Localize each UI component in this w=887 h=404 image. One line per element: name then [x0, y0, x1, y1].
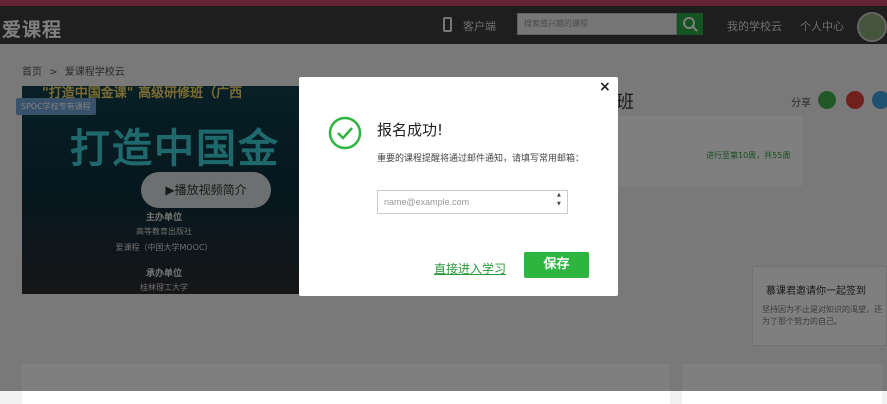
dialog-title: 报名成功!	[377, 121, 444, 139]
enter-learning-link[interactable]: 直接进入学习	[434, 260, 506, 277]
save-button[interactable]: 保存	[524, 252, 589, 278]
dialog-description: 重要的课程提醒将通过邮件通知，请填写常用邮箱：	[377, 154, 585, 164]
success-check-icon	[328, 116, 362, 150]
chevron-up-icon[interactable]: ▲	[557, 192, 561, 198]
email-field[interactable]: name@example.com	[377, 190, 568, 214]
enrollment-success-dialog: × 报名成功! 重要的课程提醒将通过邮件通知，请填写常用邮箱： name@exa…	[299, 77, 618, 296]
close-icon[interactable]: ×	[599, 79, 611, 95]
chevron-down-icon[interactable]: ▼	[557, 201, 561, 207]
